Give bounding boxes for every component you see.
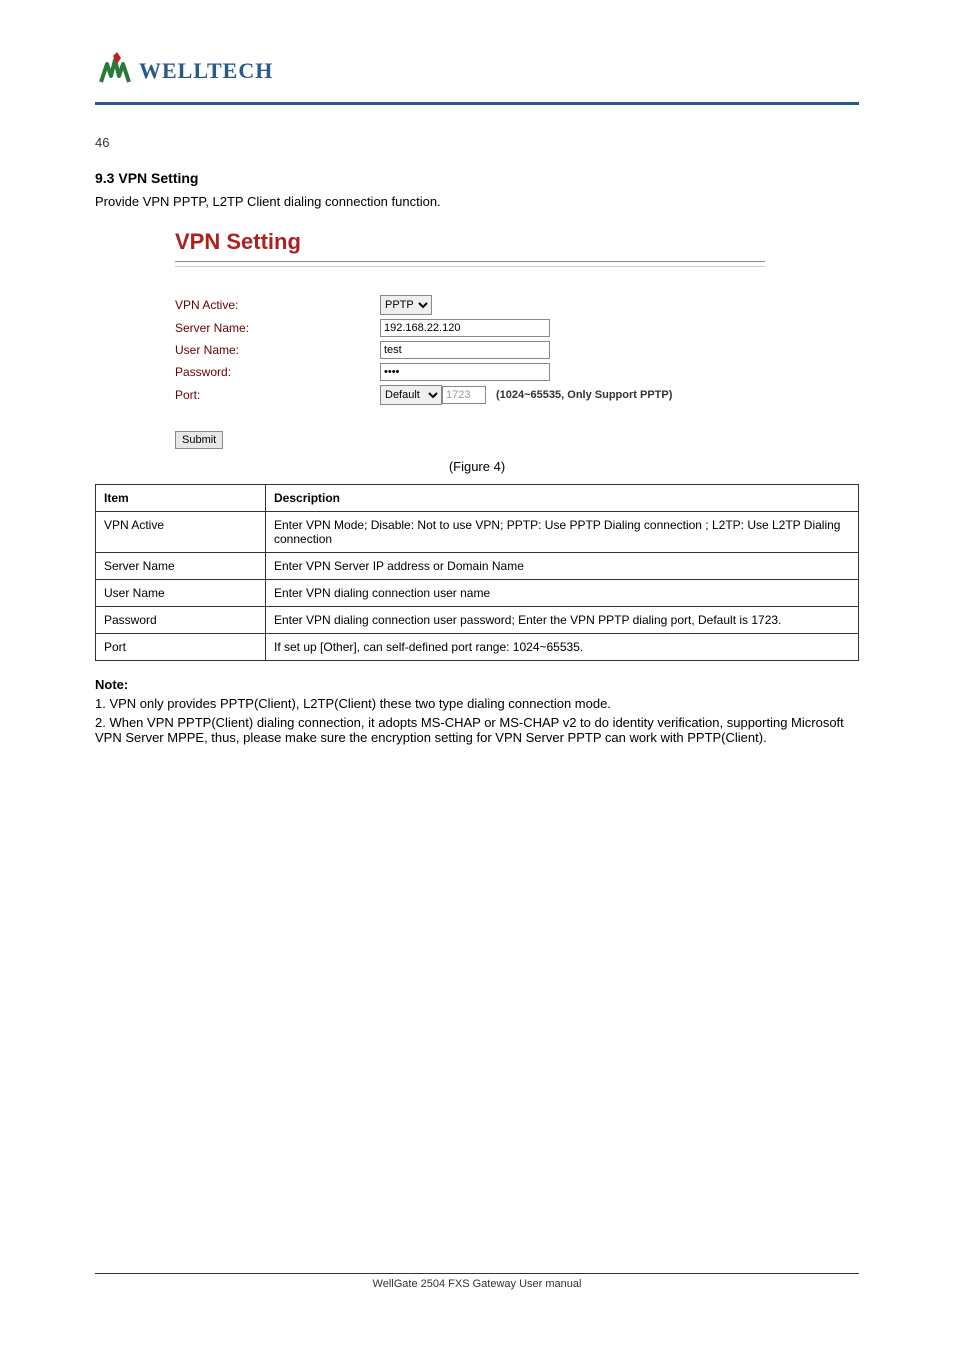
footer-text: WellGate 2504 FXS Gateway User manual	[95, 1278, 859, 1290]
user-name-input[interactable]	[380, 341, 550, 359]
server-name-label: Server Name:	[175, 321, 380, 335]
vpn-setting-screenshot: VPN Setting VPN Active: PPTP Server Name…	[175, 229, 765, 449]
table-header-item: Item	[96, 485, 266, 512]
table-row: VPN Active Enter VPN Mode; Disable: Not …	[96, 512, 859, 553]
section-description: Provide VPN PPTP, L2TP Client dialing co…	[95, 194, 859, 209]
submit-button[interactable]: Submit	[175, 431, 223, 449]
note-line: 1. VPN only provides PPTP(Client), L2TP(…	[95, 696, 859, 711]
port-label: Port:	[175, 388, 380, 402]
table-row: Password Enter VPN dialing connection us…	[96, 607, 859, 634]
user-name-label: User Name:	[175, 343, 380, 357]
port-hint: (1024~65535, Only Support PPTP)	[496, 389, 672, 401]
figure-caption: (Figure 4)	[95, 459, 859, 474]
table-row: Server Name Enter VPN Server IP address …	[96, 553, 859, 580]
vpn-active-label: VPN Active:	[175, 298, 380, 312]
vpn-active-select[interactable]: PPTP	[380, 295, 432, 315]
server-name-input[interactable]	[380, 319, 550, 337]
password-input[interactable]	[380, 363, 550, 381]
notes-title: Note:	[95, 677, 859, 692]
note-line: 2. When VPN PPTP(Client) dialing connect…	[95, 715, 859, 745]
table-row: User Name Enter VPN dialing connection u…	[96, 580, 859, 607]
logo: WELLTECH	[95, 50, 954, 92]
welltech-logo-icon	[95, 50, 137, 92]
footer-divider	[95, 1273, 859, 1274]
port-input[interactable]	[442, 386, 486, 404]
password-label: Password:	[175, 365, 380, 379]
vpn-title: VPN Setting	[175, 229, 765, 262]
table-header-desc: Description	[266, 485, 859, 512]
notes-section: Note: 1. VPN only provides PPTP(Client),…	[95, 677, 859, 745]
parameters-table: Item Description VPN Active Enter VPN Mo…	[95, 484, 859, 661]
table-row: Port If set up [Other], can self-defined…	[96, 634, 859, 661]
page-number: 46	[95, 135, 859, 150]
port-mode-select[interactable]: Default	[380, 385, 442, 405]
section-title: 9.3 VPN Setting	[95, 170, 859, 186]
logo-text: WELLTECH	[139, 58, 273, 84]
